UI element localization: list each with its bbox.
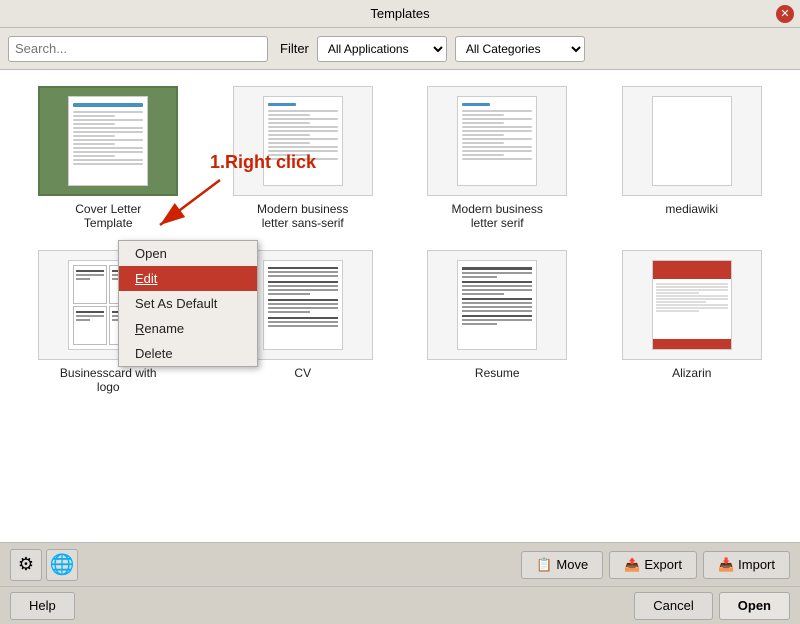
import-button[interactable]: 📥 Import <box>703 551 790 579</box>
template-thumb-resume[interactable] <box>427 250 567 360</box>
template-label-mediawiki: mediawiki <box>665 202 718 216</box>
template-thumb-modern-sans[interactable] <box>233 86 373 196</box>
cancel-button[interactable]: Cancel <box>634 592 712 620</box>
template-label-modern-serif: Modern businessletter serif <box>452 202 543 230</box>
filter-label: Filter <box>280 41 309 56</box>
context-menu-edit[interactable]: Edit <box>119 266 257 291</box>
footer-right: Cancel Open <box>634 592 790 620</box>
template-item-alizarin[interactable]: Alizarin <box>600 250 785 394</box>
settings-button[interactable]: ⚙ <box>10 549 42 581</box>
move-label: Move <box>556 557 588 572</box>
move-icon: 📋 <box>536 557 552 573</box>
context-menu-open[interactable]: Open <box>119 241 257 266</box>
open-button[interactable]: Open <box>719 592 790 620</box>
template-label-modern-sans: Modern businessletter sans-serif <box>257 202 348 230</box>
export-button[interactable]: 📤 Export <box>609 551 697 579</box>
template-label-businesscard: Businesscard withlogo <box>60 366 157 394</box>
context-menu-rename[interactable]: Rename <box>119 316 257 341</box>
template-item-modern-serif[interactable]: Modern businessletter serif <box>405 86 590 230</box>
context-menu-delete[interactable]: Delete <box>119 341 257 366</box>
template-item-mediawiki[interactable]: mediawiki <box>600 86 785 230</box>
context-menu: Open Edit Set As Default Rename Delete <box>118 240 258 367</box>
toolbar: Filter All Applications Writer Calc Impr… <box>0 28 800 70</box>
application-filter[interactable]: All Applications Writer Calc Impress <box>317 36 447 62</box>
action-bar-left: ⚙ 🌐 <box>10 549 78 581</box>
footer: Help Cancel Open <box>0 586 800 624</box>
close-button[interactable]: ✕ <box>776 5 794 23</box>
search-input[interactable] <box>8 36 268 62</box>
import-label: Import <box>738 557 775 572</box>
dialog-title: Templates <box>370 6 429 21</box>
action-bar-right: 📋 Move 📤 Export 📥 Import <box>521 551 790 579</box>
template-label-alizarin: Alizarin <box>672 366 711 380</box>
template-thumb-alizarin[interactable] <box>622 250 762 360</box>
action-bar: ⚙ 🌐 📋 Move 📤 Export 📥 Import <box>0 542 800 586</box>
extensions-button[interactable]: 🌐 <box>46 549 78 581</box>
category-filter[interactable]: All Categories Business Personal Educati… <box>455 36 585 62</box>
export-label: Export <box>644 557 682 572</box>
move-button[interactable]: 📋 Move <box>521 551 603 579</box>
export-icon: 📤 <box>624 557 640 573</box>
template-label-resume: Resume <box>475 366 520 380</box>
content-area: 1.Right click <box>0 70 800 542</box>
template-item-resume[interactable]: Resume <box>405 250 590 394</box>
template-thumb-mediawiki[interactable] <box>622 86 762 196</box>
import-icon: 📥 <box>718 557 734 573</box>
title-bar: Templates ✕ <box>0 0 800 28</box>
template-thumb-modern-serif[interactable] <box>427 86 567 196</box>
arrow-graphic <box>130 170 230 240</box>
template-label-cv: CV <box>294 366 311 380</box>
context-menu-set-default[interactable]: Set As Default <box>119 291 257 316</box>
help-button[interactable]: Help <box>10 592 75 620</box>
